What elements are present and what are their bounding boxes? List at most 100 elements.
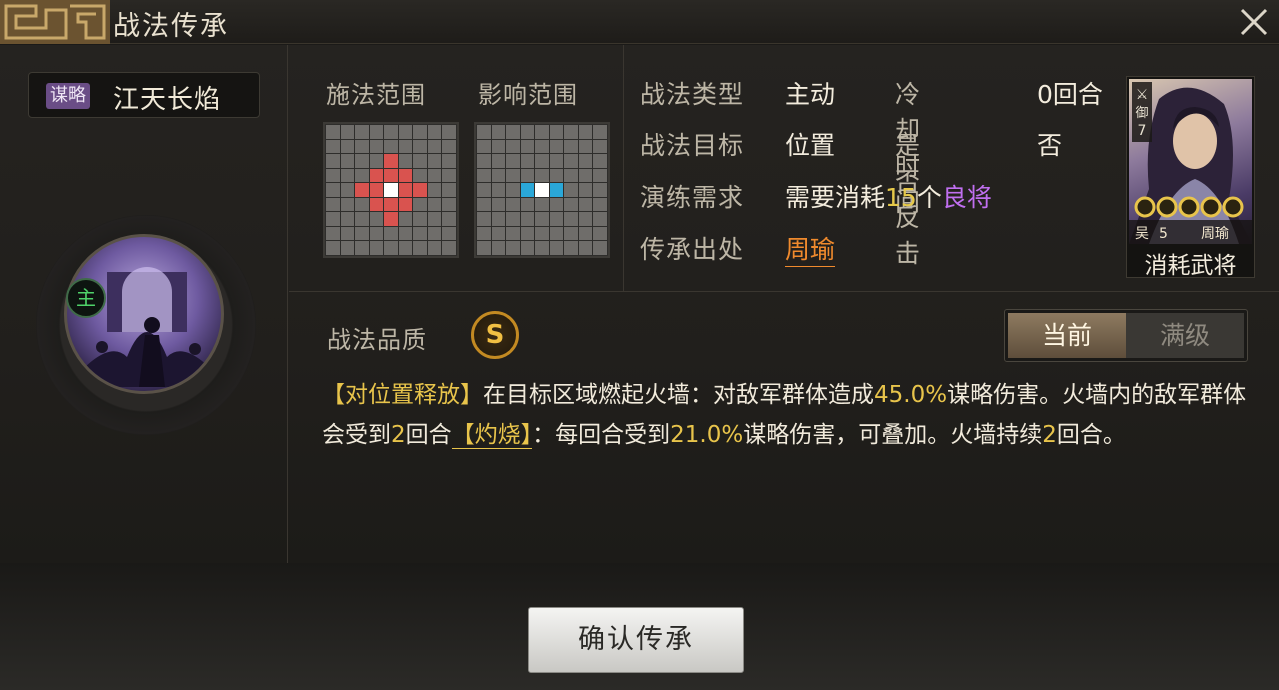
grid-cell [413, 226, 427, 241]
grid-cell [413, 168, 427, 183]
grid-cell [564, 168, 578, 183]
grid-cell [340, 154, 355, 168]
section-divider [289, 291, 1279, 292]
grid-cell [384, 154, 398, 168]
grid-cell [340, 183, 355, 197]
grid-cell [369, 183, 384, 197]
grid-cell [369, 241, 384, 255]
info-row-origin: 传承出处 周瑜 [640, 230, 836, 267]
grid-cell [413, 197, 427, 212]
origin-general-link[interactable]: 周瑜 [785, 230, 836, 267]
grid-cell [326, 212, 340, 226]
grid-cell [564, 197, 578, 212]
svg-text:⚔: ⚔ [1136, 87, 1149, 103]
grid-cell [477, 212, 491, 226]
consume-general-card[interactable]: ⚔ 御 7 吴 5 周瑜 消耗武将 [1126, 76, 1255, 279]
grid-cell [549, 168, 564, 183]
grid-cell [549, 241, 564, 255]
grid-cell [398, 197, 413, 212]
grid-cell [355, 241, 369, 255]
grid-cell [413, 241, 427, 255]
grid-cell [326, 183, 340, 197]
grid-cell [506, 125, 520, 139]
grid-cell [340, 139, 355, 154]
grid-cell [355, 154, 369, 168]
grid-cell [413, 139, 427, 154]
grid-cell [535, 197, 549, 212]
grid-cell [578, 241, 593, 255]
grid-cell [578, 139, 593, 154]
origin-label: 传承出处 [640, 235, 745, 264]
grid-cell [369, 226, 384, 241]
grid-cell [520, 226, 535, 241]
grid-cell [549, 125, 564, 139]
grid-cell [369, 139, 384, 154]
footer: 确认传承 [0, 563, 1279, 690]
toggle-current-button[interactable]: 当前 [1008, 313, 1126, 358]
quality-grade-badge: S [471, 311, 519, 359]
grid-cell [520, 139, 535, 154]
requirement-item-link[interactable]: 良将 [942, 183, 992, 212]
grid-cell [442, 154, 456, 168]
grid-cell [578, 168, 593, 183]
grid-cell [506, 183, 520, 197]
grid-cell [506, 197, 520, 212]
grid-cell [442, 226, 456, 241]
grid-cell [520, 212, 535, 226]
main-skill-badge: 主 [66, 278, 106, 318]
grid-cell [520, 183, 535, 197]
burn-status-link[interactable]: 【灼烧】 [451, 422, 533, 449]
grid-cell [593, 125, 607, 139]
requirement-value: 需要消耗15个良将 [785, 183, 992, 212]
range-section: 施法范围 影响范围 [289, 45, 624, 291]
grid-cell [491, 154, 506, 168]
grid-cell [506, 154, 520, 168]
grid-cell [477, 139, 491, 154]
grid-cell [442, 183, 456, 197]
grid-cell [340, 125, 355, 139]
grid-cell [564, 125, 578, 139]
grid-cell [535, 241, 549, 255]
grid-cell [326, 241, 340, 255]
grid-cell [491, 241, 506, 255]
grid-cell [564, 226, 578, 241]
grid-cell [506, 139, 520, 154]
close-icon[interactable] [1236, 4, 1272, 40]
grid-cell [477, 197, 491, 212]
grid-cell [564, 154, 578, 168]
grid-cell [520, 168, 535, 183]
grid-cell [427, 168, 442, 183]
toggle-max-level-button[interactable]: 满级 [1126, 313, 1244, 358]
target-value: 位置 [785, 131, 836, 160]
grid-cell [535, 183, 549, 197]
grid-cell [384, 139, 398, 154]
info-row-requirement: 演练需求 需要消耗15个良将 [640, 178, 992, 214]
counter-value: 否 [1037, 131, 1063, 160]
grid-cell [427, 197, 442, 212]
grid-cell [384, 125, 398, 139]
grid-cell [506, 241, 520, 255]
skill-name: 江天长焰 [113, 85, 222, 115]
grid-cell [578, 154, 593, 168]
grid-cell [593, 154, 607, 168]
grid-cell [535, 139, 549, 154]
grid-cell [427, 212, 442, 226]
skill-name-tag: 谋略 江天长焰 [28, 72, 260, 118]
confirm-inherit-button[interactable]: 确认传承 [528, 607, 744, 673]
info-row-type: 战法类型 主动 冷却时间 0回合 [640, 75, 1103, 217]
grid-cell [593, 212, 607, 226]
grid-cell [355, 125, 369, 139]
grid-cell [340, 212, 355, 226]
grid-cell [564, 241, 578, 255]
grid-cell [398, 154, 413, 168]
grid-cell [340, 226, 355, 241]
grid-cell [477, 241, 491, 255]
skill-type-badge: 谋略 [46, 83, 90, 109]
level-toggle: 当前 满级 [1004, 309, 1248, 362]
grid-cell [427, 139, 442, 154]
grid-cell [549, 212, 564, 226]
grid-cell [564, 139, 578, 154]
grid-cell [340, 168, 355, 183]
grid-cell [491, 139, 506, 154]
grid-cell [578, 125, 593, 139]
